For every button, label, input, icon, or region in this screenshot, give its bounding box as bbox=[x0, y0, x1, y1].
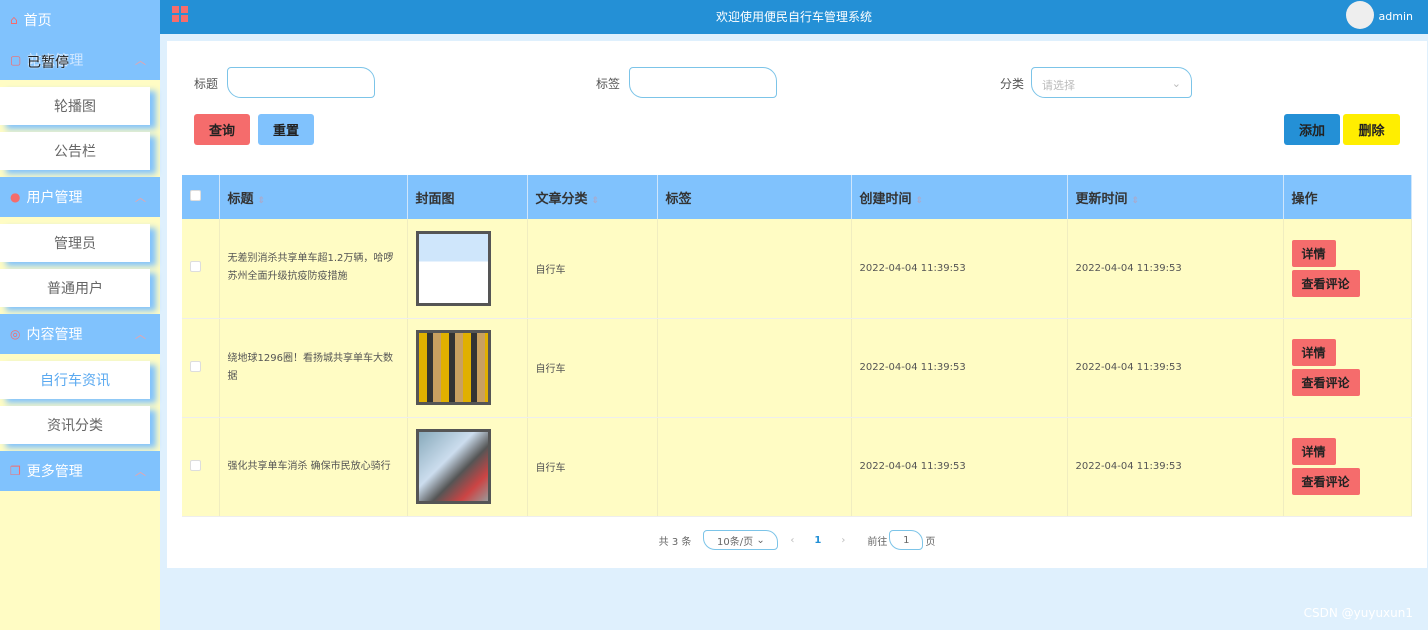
pagination: 共 3 条 10条/页 ⌄ ‹ 1 › 前往 1 页 bbox=[167, 530, 1427, 550]
view-comments-button[interactable]: 查看评论 bbox=[1291, 468, 1360, 495]
sidebar-item-carousel[interactable]: 轮播图 bbox=[0, 87, 150, 125]
reset-button[interactable]: 重置 bbox=[258, 114, 314, 145]
chevron-up-icon: ︿ bbox=[135, 465, 146, 478]
col-cover: 封面图 bbox=[407, 175, 528, 219]
category-select[interactable]: 请选择 ⌄ bbox=[1031, 67, 1192, 98]
cover-image[interactable] bbox=[415, 429, 491, 504]
title-input[interactable] bbox=[227, 67, 375, 98]
row-created: 2022-04-04 11:39:53 bbox=[851, 417, 1068, 517]
monitor-icon: ▢ bbox=[10, 53, 22, 67]
row-created: 2022-04-04 11:39:53 bbox=[851, 318, 1068, 418]
goto-input[interactable]: 1 bbox=[889, 530, 924, 550]
col-tag: 标签 bbox=[657, 175, 852, 219]
row-category: 自行车 bbox=[527, 219, 658, 319]
row-category: 自行车 bbox=[527, 417, 658, 517]
page-1[interactable]: 1 bbox=[814, 535, 821, 546]
content-icon: ◎ bbox=[10, 327, 21, 341]
detail-button[interactable]: 详情 bbox=[1291, 239, 1336, 267]
table-row: 强化共享单车消杀 确保市民放心骑行 自行车 2022-04-04 11:39:5… bbox=[182, 417, 1412, 517]
table-row: 无差别消杀共享单车超1.2万辆，哈啰苏州全面升级抗疫防疫措施 自行车 2022-… bbox=[182, 219, 1412, 319]
col-title[interactable]: 标题 ⇕ bbox=[219, 175, 408, 219]
username[interactable]: admin bbox=[1379, 10, 1413, 23]
row-title: 强化共享单车消杀 确保市民放心骑行 bbox=[219, 417, 408, 517]
query-button[interactable]: 查询 bbox=[194, 114, 250, 145]
prev-page-button[interactable]: ‹ bbox=[790, 535, 794, 546]
tag-label: 标签 bbox=[596, 77, 621, 91]
col-category[interactable]: 文章分类 ⇕ bbox=[527, 175, 658, 219]
sidebar-item-users[interactable]: 普通用户 bbox=[0, 269, 150, 307]
col-created[interactable]: 创建时间 ⇕ bbox=[851, 175, 1068, 219]
row-tag bbox=[657, 417, 852, 517]
paused-overlay: 已暂停 bbox=[27, 55, 69, 71]
chevron-up-icon: ︿ bbox=[135, 328, 146, 341]
select-all-checkbox[interactable] bbox=[190, 189, 201, 201]
cover-image[interactable] bbox=[415, 230, 491, 306]
add-button[interactable]: 添加 bbox=[1284, 114, 1340, 145]
sort-icon: ⇕ bbox=[915, 195, 924, 206]
sidebar-item-admins[interactable]: 管理员 bbox=[0, 224, 150, 262]
delete-button[interactable]: 删除 bbox=[1343, 114, 1400, 145]
view-comments-button[interactable]: 查看评论 bbox=[1291, 269, 1360, 297]
detail-button[interactable]: 详情 bbox=[1291, 339, 1336, 366]
row-checkbox[interactable] bbox=[190, 261, 201, 273]
row-tag bbox=[657, 219, 852, 319]
row-title: 绕地球1296圈！看扬城共享单车大数据 bbox=[219, 318, 408, 418]
col-updated[interactable]: 更新时间 ⇕ bbox=[1067, 175, 1284, 219]
next-page-button[interactable]: › bbox=[841, 535, 845, 546]
sidebar-group-users[interactable]: ● 用户管理 ︿ bbox=[0, 177, 160, 217]
sidebar-item-home[interactable]: ⌂ 首页 bbox=[0, 0, 160, 40]
news-table: 标题 ⇕ 封面图 文章分类 ⇕ 标签 创建时间 ⇕ 更新时间 ⇕ 操作 无差别消杀共享单… bbox=[182, 175, 1412, 517]
main-panel: 标题 标签 分类 请选择 ⌄ 查询 重置 添加 删除 标题 ⇕ 封面图 文章分类 ⇕ … bbox=[167, 41, 1427, 568]
goto-label: 前往 bbox=[867, 536, 888, 548]
home-icon: ⌂ bbox=[10, 13, 18, 27]
sidebar-item-notice[interactable]: 公告栏 bbox=[0, 132, 150, 170]
col-actions: 操作 bbox=[1283, 175, 1412, 219]
sidebar-group-content[interactable]: ◎ 内容管理 ︿ bbox=[0, 314, 160, 354]
tag-input[interactable] bbox=[629, 67, 777, 98]
copy-icon: ❐ bbox=[10, 464, 21, 478]
chevron-down-icon: ⌄ bbox=[1171, 77, 1181, 90]
row-updated: 2022-04-04 11:39:53 bbox=[1067, 219, 1284, 319]
sidebar-group-site[interactable]: ▢ 站点管理 ︿ bbox=[0, 40, 160, 80]
row-category: 自行车 bbox=[527, 318, 658, 418]
table-row: 绕地球1296圈！看扬城共享单车大数据 自行车 2022-04-04 11:39… bbox=[182, 318, 1412, 418]
view-comments-button[interactable]: 查看评论 bbox=[1291, 369, 1360, 396]
sort-icon: ⇕ bbox=[591, 195, 600, 206]
row-updated: 2022-04-04 11:39:53 bbox=[1067, 417, 1284, 517]
user-icon: ● bbox=[10, 190, 21, 204]
total-count: 共 3 条 bbox=[658, 536, 692, 548]
detail-button[interactable]: 详情 bbox=[1291, 438, 1336, 465]
sidebar: ⌂ 首页 ▢ 站点管理 ︿ 轮播图 公告栏 ● 用户管理 ︿ 管理员 普通用户 ◎ 内容管理… bbox=[0, 0, 160, 630]
row-title: 无差别消杀共享单车超1.2万辆，哈啰苏州全面升级抗疫防疫措施 bbox=[219, 219, 408, 319]
sort-icon: ⇕ bbox=[257, 195, 266, 206]
app-title: 欢迎使用便民自行车管理系统 bbox=[715, 10, 872, 24]
title-label: 标题 bbox=[194, 77, 219, 91]
sidebar-item-news-category[interactable]: 资讯分类 bbox=[0, 406, 150, 444]
row-checkbox[interactable] bbox=[190, 360, 201, 372]
chevron-up-icon: ︿ bbox=[135, 54, 146, 67]
sidebar-item-bike-news[interactable]: 自行车资讯 bbox=[0, 361, 150, 399]
sidebar-group-more[interactable]: ❐ 更多管理 ︿ bbox=[0, 451, 160, 491]
row-checkbox[interactable] bbox=[190, 459, 201, 471]
category-label: 分类 bbox=[1000, 77, 1025, 91]
row-created: 2022-04-04 11:39:53 bbox=[851, 219, 1068, 319]
avatar[interactable] bbox=[1346, 1, 1374, 29]
top-bar: 欢迎使用便民自行车管理系统 admin bbox=[160, 0, 1428, 34]
page-suffix: 页 bbox=[925, 536, 936, 548]
watermark: CSDN @yuyuxun1 bbox=[1303, 606, 1413, 620]
chevron-up-icon: ︿ bbox=[135, 191, 146, 204]
row-tag bbox=[657, 318, 852, 418]
cover-image[interactable] bbox=[415, 330, 491, 405]
sort-icon: ⇕ bbox=[1131, 195, 1140, 206]
page-size-select[interactable]: 10条/页 ⌄ bbox=[703, 530, 779, 550]
row-updated: 2022-04-04 11:39:53 bbox=[1067, 318, 1284, 418]
